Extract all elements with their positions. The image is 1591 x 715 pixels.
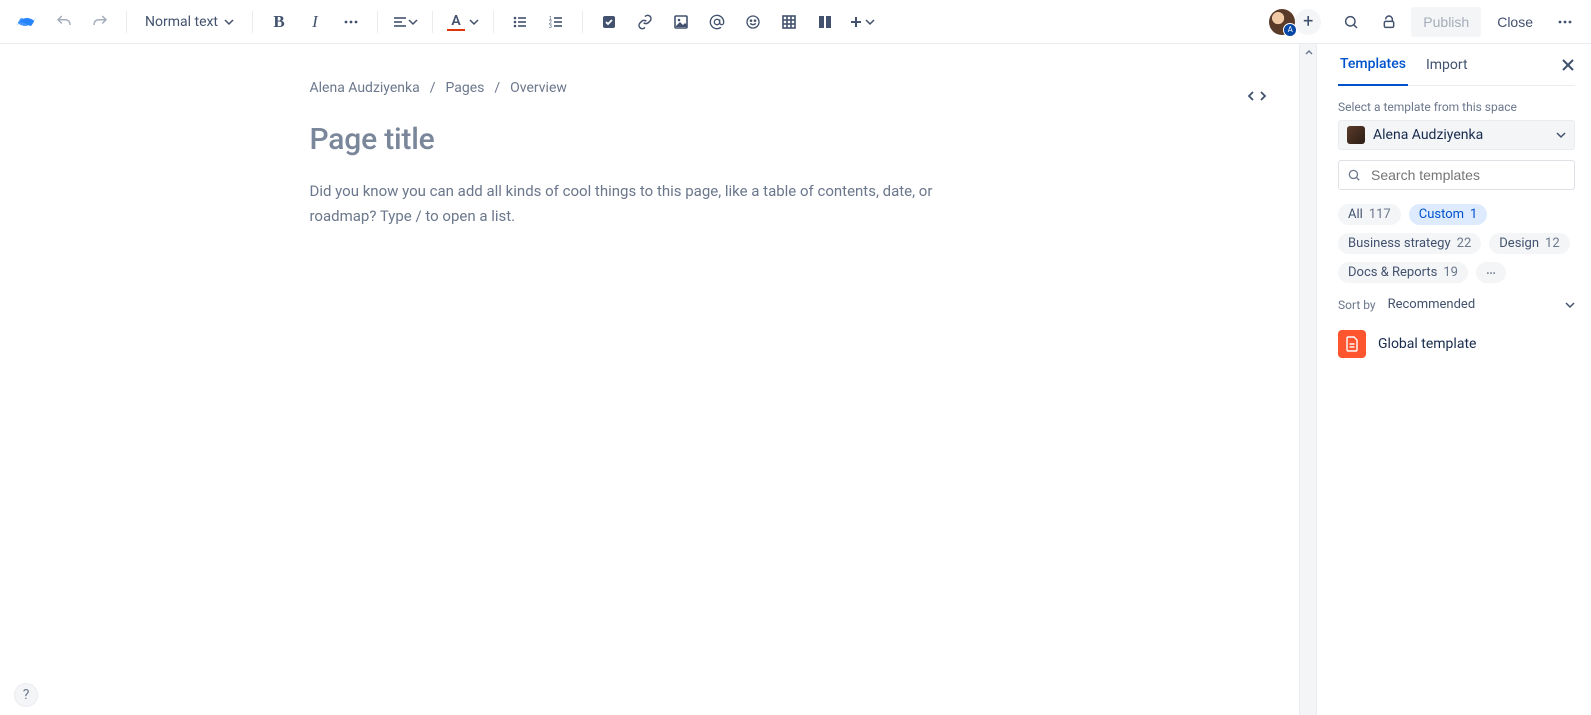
- template-search[interactable]: [1338, 160, 1575, 190]
- space-select[interactable]: Alena Audziyenka: [1338, 120, 1575, 150]
- template-search-input[interactable]: [1369, 166, 1566, 184]
- more-categories-chip[interactable]: [1476, 262, 1506, 283]
- text-color-select[interactable]: A: [443, 6, 483, 38]
- breadcrumb-space[interactable]: Alena Audziyenka: [310, 80, 420, 96]
- italic-button[interactable]: I: [299, 6, 331, 38]
- toolbar-separator: [252, 11, 253, 33]
- category-chip[interactable]: Custom1: [1409, 204, 1488, 225]
- svg-text:3: 3: [549, 24, 552, 30]
- breadcrumb-current[interactable]: Overview: [510, 80, 567, 96]
- more-formatting-button[interactable]: [335, 6, 367, 38]
- chevron-down-icon: [408, 17, 418, 27]
- tab-import[interactable]: Import: [1424, 44, 1470, 86]
- category-chip[interactable]: Business strategy22: [1338, 233, 1481, 254]
- toolbar-separator: [377, 11, 378, 33]
- breadcrumb-pages[interactable]: Pages: [445, 80, 484, 96]
- find-replace-button[interactable]: [1335, 6, 1367, 38]
- template-list: Global template: [1338, 312, 1575, 358]
- text-color-swatch: [447, 29, 465, 31]
- undo-button[interactable]: [48, 6, 80, 38]
- scroll-up-arrow[interactable]: [1300, 44, 1318, 62]
- action-item-button[interactable]: [593, 6, 625, 38]
- toolbar-separator: [432, 11, 433, 33]
- chevron-down-icon: [224, 17, 234, 27]
- editor-body-placeholder[interactable]: Did you know you can add all kinds of co…: [310, 179, 990, 229]
- editor-toolbar: Normal text B I A 123: [0, 0, 1591, 44]
- emoji-button[interactable]: [737, 6, 769, 38]
- search-icon: [1347, 168, 1361, 182]
- template-item[interactable]: Global template: [1338, 330, 1575, 358]
- bold-button[interactable]: B: [263, 6, 295, 38]
- page-title-input[interactable]: Page title: [310, 122, 990, 157]
- text-style-select[interactable]: Normal text: [137, 6, 242, 38]
- select-space-label: Select a template from this space: [1338, 100, 1575, 114]
- confluence-logo[interactable]: [14, 10, 38, 34]
- user-avatar[interactable]: [1269, 9, 1295, 35]
- category-chip[interactable]: Design12: [1489, 233, 1569, 254]
- link-button[interactable]: [629, 6, 661, 38]
- tab-templates[interactable]: Templates: [1338, 44, 1408, 86]
- templates-panel: Templates Import Select a template from …: [1299, 44, 1591, 715]
- panel-close-button[interactable]: [1561, 58, 1575, 72]
- help-button[interactable]: ?: [14, 683, 38, 707]
- template-category-chips: All117 Custom1 Business strategy22 Design12…: [1338, 204, 1575, 283]
- svg-text:1: 1: [549, 16, 552, 22]
- editor-area: Alena Audziyenka / Pages / Overview Page…: [0, 44, 1299, 715]
- publish-button[interactable]: Publish: [1411, 7, 1481, 37]
- panel-tabs: Templates Import: [1338, 44, 1575, 86]
- svg-text:2: 2: [549, 20, 552, 26]
- text-style-label: Normal text: [145, 14, 218, 30]
- mention-button[interactable]: [701, 6, 733, 38]
- panel-scrollbar[interactable]: [1299, 44, 1317, 715]
- category-chip[interactable]: All117: [1338, 204, 1401, 225]
- space-avatar: [1347, 126, 1365, 144]
- numbered-list-button[interactable]: 123: [540, 6, 572, 38]
- category-chip[interactable]: Docs & Reports19: [1338, 262, 1468, 283]
- sort-value: Recommended: [1388, 297, 1476, 312]
- alignment-select[interactable]: [388, 6, 422, 38]
- toolbar-separator: [493, 11, 494, 33]
- chevron-down-icon: [1556, 130, 1566, 140]
- chevron-down-icon: [865, 17, 875, 27]
- chevron-down-icon: [469, 17, 479, 27]
- layouts-button[interactable]: [809, 6, 841, 38]
- toolbar-separator: [126, 11, 127, 33]
- chevron-down-icon: [1565, 300, 1575, 310]
- toolbar-separator: [582, 11, 583, 33]
- sort-select[interactable]: Recommended: [1388, 297, 1575, 312]
- restrictions-button[interactable]: [1373, 6, 1405, 38]
- insert-more-select[interactable]: [845, 6, 879, 38]
- image-button[interactable]: [665, 6, 697, 38]
- invite-button[interactable]: +: [1295, 9, 1321, 35]
- more-actions-button[interactable]: [1549, 6, 1581, 38]
- template-icon: [1338, 330, 1366, 358]
- table-button[interactable]: [773, 6, 805, 38]
- sort-by-label: Sort by: [1338, 298, 1376, 312]
- breadcrumb: Alena Audziyenka / Pages / Overview: [310, 80, 990, 96]
- template-name: Global template: [1378, 336, 1476, 352]
- bullet-list-button[interactable]: [504, 6, 536, 38]
- page-width-toggle[interactable]: [1243, 82, 1271, 110]
- close-button[interactable]: Close: [1487, 7, 1543, 37]
- redo-button[interactable]: [84, 6, 116, 38]
- space-name: Alena Audziyenka: [1373, 127, 1483, 143]
